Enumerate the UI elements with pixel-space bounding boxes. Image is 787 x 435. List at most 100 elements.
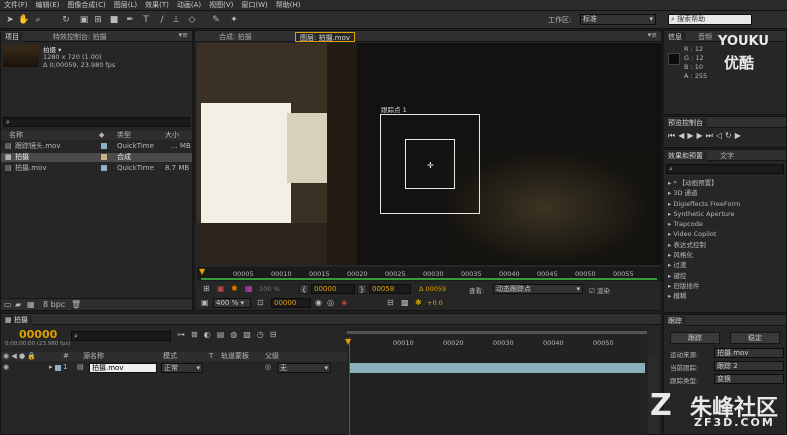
tab-info[interactable]: 信息 bbox=[664, 32, 686, 42]
menu-animation[interactable]: 动画(A) bbox=[173, 0, 205, 11]
composition-mini-flowchart-icon[interactable]: ⊶ bbox=[177, 330, 191, 339]
video-switch-icon[interactable]: ◉ bbox=[3, 363, 9, 372]
menu-window[interactable]: 窗口(W) bbox=[237, 0, 271, 11]
clone-tool-icon[interactable]: ⊥ bbox=[170, 14, 182, 26]
brainstorm-icon[interactable]: ▧ bbox=[243, 330, 257, 339]
menu-help[interactable]: 帮助(H) bbox=[272, 0, 305, 11]
in-point-field[interactable]: 00000 bbox=[311, 284, 355, 294]
current-time-field[interactable]: 00000 bbox=[271, 298, 311, 308]
col-t-header[interactable]: T bbox=[209, 352, 213, 361]
label-color-swatch[interactable] bbox=[101, 165, 107, 171]
layer-name[interactable]: 拍摄.mov bbox=[89, 363, 157, 373]
menu-effect[interactable]: 效果(T) bbox=[141, 0, 173, 11]
effects-search-input[interactable]: ⌕ bbox=[666, 164, 784, 174]
snapshot-icon[interactable]: ▦ bbox=[245, 284, 253, 293]
frame-blending-icon[interactable]: ▤ bbox=[217, 330, 231, 339]
ram-preview-icon[interactable]: ▶ bbox=[735, 131, 744, 140]
menu-view[interactable]: 视图(V) bbox=[205, 0, 237, 11]
brush-tool-icon[interactable]: / bbox=[156, 14, 168, 26]
attach-point-icon[interactable]: ✛ bbox=[427, 161, 434, 170]
new-folder-icon[interactable]: ▰ bbox=[15, 300, 21, 309]
magnification-select[interactable]: 400 % ▾ bbox=[213, 298, 251, 308]
bit-depth-label[interactable]: 8 bpc bbox=[43, 300, 65, 309]
tab-audio[interactable]: 音频 bbox=[694, 32, 716, 42]
show-snapshot-icon[interactable]: ◎ bbox=[327, 298, 334, 307]
set-in-point-button[interactable]: { bbox=[299, 284, 309, 294]
exposure-value[interactable]: +0.0 bbox=[427, 299, 443, 307]
label-col-icon[interactable]: ◆ bbox=[99, 131, 104, 140]
tab-character[interactable]: 文字 bbox=[716, 151, 738, 161]
hand-tool-icon[interactable]: ✋ bbox=[18, 14, 30, 26]
expand-arrow-icon[interactable]: ▸ bbox=[49, 363, 53, 372]
rotate-tool-icon[interactable]: ↻ bbox=[60, 14, 72, 26]
tab-project[interactable]: 项目 bbox=[1, 32, 23, 42]
trash-icon[interactable]: 🗑 bbox=[71, 300, 81, 309]
stabilize-motion-button[interactable]: 稳定 bbox=[730, 332, 780, 344]
tab-tracker[interactable]: 跟踪 bbox=[664, 316, 686, 326]
list-item[interactable]: ▸ * 【动画预置】 bbox=[668, 178, 740, 188]
label-color-swatch[interactable] bbox=[101, 154, 107, 160]
menu-file[interactable]: 文件(F) bbox=[0, 0, 32, 11]
layer-row[interactable]: ◉ ▸ 1 ▤ 拍摄.mov 正常 ▾ ◎ 无 ▾ bbox=[1, 363, 347, 374]
work-area-bar[interactable] bbox=[347, 331, 647, 334]
parent-select[interactable]: 无 ▾ bbox=[277, 363, 331, 373]
list-item[interactable]: ▸ Video Copilot bbox=[668, 229, 740, 239]
auto-keyframe-icon[interactable]: ◷ bbox=[257, 330, 270, 339]
last-frame-icon[interactable]: ⏭ bbox=[706, 131, 716, 140]
interpret-footage-icon[interactable]: ▭ bbox=[4, 300, 12, 309]
tab-preview[interactable]: 预览控制台 bbox=[664, 118, 707, 128]
grid-icon[interactable]: ⊞ bbox=[203, 284, 210, 293]
eraser-tool-icon[interactable]: ◇ bbox=[186, 14, 198, 26]
puppet-tool-icon[interactable]: ✦ bbox=[228, 14, 240, 26]
list-item[interactable]: ▤ 跟踪镜头.mov QuickTime ... MB bbox=[1, 142, 192, 151]
playhead-icon[interactable]: ▼ bbox=[345, 337, 351, 346]
list-item[interactable]: ▸ Digieffects FreeForm bbox=[668, 199, 740, 209]
motion-blur-icon[interactable]: ◍ bbox=[230, 330, 243, 339]
safe-area-icon[interactable]: ⊡ bbox=[257, 298, 264, 307]
current-time-indicator[interactable] bbox=[349, 337, 350, 435]
label-color-swatch[interactable] bbox=[55, 365, 61, 371]
list-item[interactable]: ▸ 模糊 bbox=[668, 291, 740, 301]
menu-layer[interactable]: 图层(L) bbox=[110, 0, 141, 11]
shy-icon[interactable]: ◐ bbox=[204, 330, 217, 339]
roto-brush-icon[interactable]: ✎ bbox=[210, 14, 222, 26]
new-composition-icon[interactable]: ▦ bbox=[27, 300, 35, 309]
transparency-grid-icon[interactable]: ▩ bbox=[401, 298, 409, 307]
col-name-header[interactable]: 名称 bbox=[9, 131, 23, 140]
label-color-swatch[interactable] bbox=[101, 143, 107, 149]
col-mode-header[interactable]: 模式 bbox=[163, 352, 177, 361]
list-item[interactable]: ▸ 3D 通道 bbox=[668, 188, 740, 198]
parent-pickwhip-icon[interactable]: ◎ bbox=[265, 363, 271, 372]
menu-composition[interactable]: 图像合成(C) bbox=[63, 0, 109, 11]
selection-tool-icon[interactable]: ➤ bbox=[4, 14, 16, 26]
next-frame-icon[interactable]: ▶ bbox=[697, 131, 706, 140]
camera-tool-icon[interactable]: ▣ bbox=[78, 14, 90, 26]
menu-edit[interactable]: 编辑(E) bbox=[32, 0, 64, 11]
list-item[interactable]: ▸ Trapcode bbox=[668, 219, 740, 229]
render-checkbox[interactable]: ☑ 渲染 bbox=[589, 285, 610, 295]
current-time-indicator-icon[interactable]: ▼ bbox=[199, 267, 205, 276]
footage-frame[interactable]: 跟踪点 1 ✛ bbox=[197, 43, 661, 265]
always-preview-icon[interactable]: ▣ bbox=[201, 298, 209, 307]
workspace-select[interactable]: 标准 ▾ bbox=[580, 14, 656, 25]
mask-tool-icon[interactable]: ■ bbox=[108, 14, 120, 26]
prev-frame-icon[interactable]: ◀ bbox=[678, 131, 687, 140]
col-source-header[interactable]: 源名称 bbox=[83, 352, 104, 361]
work-area-bar[interactable] bbox=[201, 278, 657, 280]
graph-editor-icon[interactable]: ⊟ bbox=[270, 330, 283, 339]
play-icon[interactable]: ▶ bbox=[687, 131, 696, 140]
list-item[interactable]: ▦ 拍摄 合成 bbox=[1, 153, 192, 162]
layer-duration-bar[interactable] bbox=[349, 363, 645, 373]
color-icon[interactable]: ✱ bbox=[231, 284, 238, 293]
timecode-display[interactable]: 00000 bbox=[19, 328, 57, 341]
blend-mode-select[interactable]: 正常 ▾ bbox=[161, 363, 203, 373]
text-tool-icon[interactable]: T bbox=[140, 14, 152, 26]
list-item[interactable]: ▸ 表达式控制 bbox=[668, 240, 740, 250]
col-number-header[interactable]: # bbox=[63, 352, 69, 361]
pan-behind-tool-icon[interactable]: ⊞ bbox=[92, 14, 104, 26]
timeline-graph-area[interactable]: 00010 00020 00030 00040 00050 ▼ bbox=[345, 327, 647, 435]
list-item[interactable]: ▸ Synthetic Aperture bbox=[668, 209, 740, 219]
tab-timeline[interactable]: ▦ 拍摄 bbox=[1, 315, 32, 325]
audio-icon[interactable]: ◁ bbox=[716, 131, 725, 140]
list-item[interactable]: ▸ 键控 bbox=[668, 271, 740, 281]
